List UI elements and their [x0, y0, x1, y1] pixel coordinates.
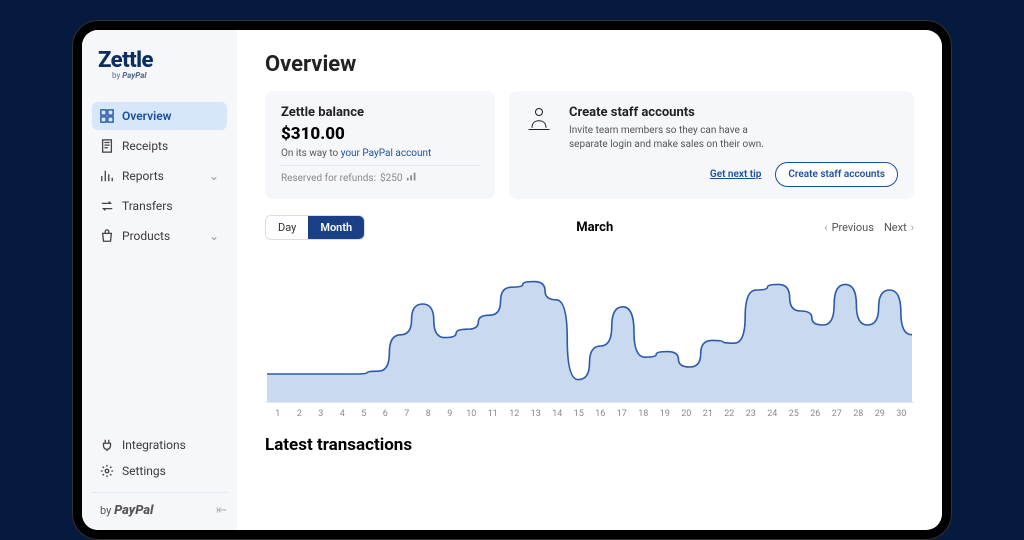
next-tip-link[interactable]: Get next tip [710, 169, 762, 180]
nav-label: Settings [122, 464, 166, 478]
plug-icon [100, 438, 114, 452]
nav-label: Products [122, 229, 170, 243]
chart-icon [100, 169, 114, 183]
sidebar: Zettle by PayPal Overview Receipts Repor… [82, 30, 237, 530]
timeframe-month[interactable]: Month [308, 216, 364, 239]
main-content: Overview Zettle balance $310.00 On its w… [237, 30, 942, 530]
secondary-nav: Integrations Settings [92, 432, 227, 484]
sidebar-item-receipts[interactable]: Receipts [92, 132, 227, 160]
sidebar-footer: by PayPal ⇤ [92, 492, 227, 518]
balance-amount: $310.00 [281, 124, 479, 144]
balance-refund: Reserved for refunds: $250 [281, 172, 479, 185]
receipt-icon [100, 139, 114, 153]
transfer-icon [100, 199, 114, 213]
timeframe-day[interactable]: Day [266, 216, 308, 239]
primary-nav: Overview Receipts Reports ⌄ Transfers [92, 102, 227, 250]
brand-byline: by PayPal [98, 71, 221, 80]
sidebar-item-overview[interactable]: Overview [92, 102, 227, 130]
gear-icon [100, 464, 114, 478]
tip-card: Create staff accounts Invite team member… [509, 91, 914, 199]
next-period[interactable]: Next› [884, 221, 914, 234]
balance-card: Zettle balance $310.00 On its way to you… [265, 91, 495, 199]
staff-icon [525, 105, 555, 185]
chevron-right-icon: › [911, 221, 914, 234]
nav-label: Integrations [122, 438, 186, 452]
sidebar-item-products[interactable]: Products ⌄ [92, 222, 227, 250]
sales-chart [265, 248, 914, 403]
sidebar-item-integrations[interactable]: Integrations [92, 432, 227, 458]
brand-name: Zettle [98, 48, 221, 73]
transactions-title: Latest transactions [265, 435, 914, 455]
chevron-down-icon: ⌄ [209, 169, 219, 183]
balance-title: Zettle balance [281, 105, 479, 120]
period-label: March [365, 220, 824, 235]
page-title: Overview [265, 52, 914, 77]
create-staff-button[interactable]: Create staff accounts [775, 162, 898, 187]
nav-label: Overview [122, 109, 172, 123]
tablet-frame: Zettle by PayPal Overview Receipts Repor… [72, 20, 952, 540]
tip-title: Create staff accounts [569, 105, 898, 120]
grid-icon [100, 109, 114, 123]
bars-icon [406, 172, 418, 185]
chart-header: Day Month March ‹Previous Next› [265, 215, 914, 240]
period-pager: ‹Previous Next› [824, 221, 914, 234]
nav-label: Transfers [122, 199, 173, 213]
chevron-down-icon: ⌄ [209, 229, 219, 243]
chevron-left-icon: ‹ [824, 221, 827, 234]
sidebar-item-settings[interactable]: Settings [92, 458, 227, 484]
brand-logo: Zettle by PayPal [92, 48, 227, 84]
nav-label: Reports [122, 169, 164, 183]
collapse-icon[interactable]: ⇤ [216, 503, 227, 518]
balance-destination: On its way to your PayPal account [281, 148, 479, 159]
summary-cards: Zettle balance $310.00 On its way to you… [265, 91, 914, 199]
timeframe-toggle: Day Month [265, 215, 365, 240]
paypal-account-link[interactable]: your PayPal account [341, 148, 432, 159]
nav-label: Receipts [122, 139, 168, 153]
bag-icon [100, 229, 114, 243]
screen: Zettle by PayPal Overview Receipts Repor… [82, 30, 942, 530]
prev-period[interactable]: ‹Previous [824, 221, 874, 234]
chart-x-axis: 1234567891011121314151617181920212223242… [265, 409, 914, 419]
tip-body: Invite team members so they can have a s… [569, 124, 769, 151]
sidebar-item-transfers[interactable]: Transfers [92, 192, 227, 220]
sidebar-item-reports[interactable]: Reports ⌄ [92, 162, 227, 190]
